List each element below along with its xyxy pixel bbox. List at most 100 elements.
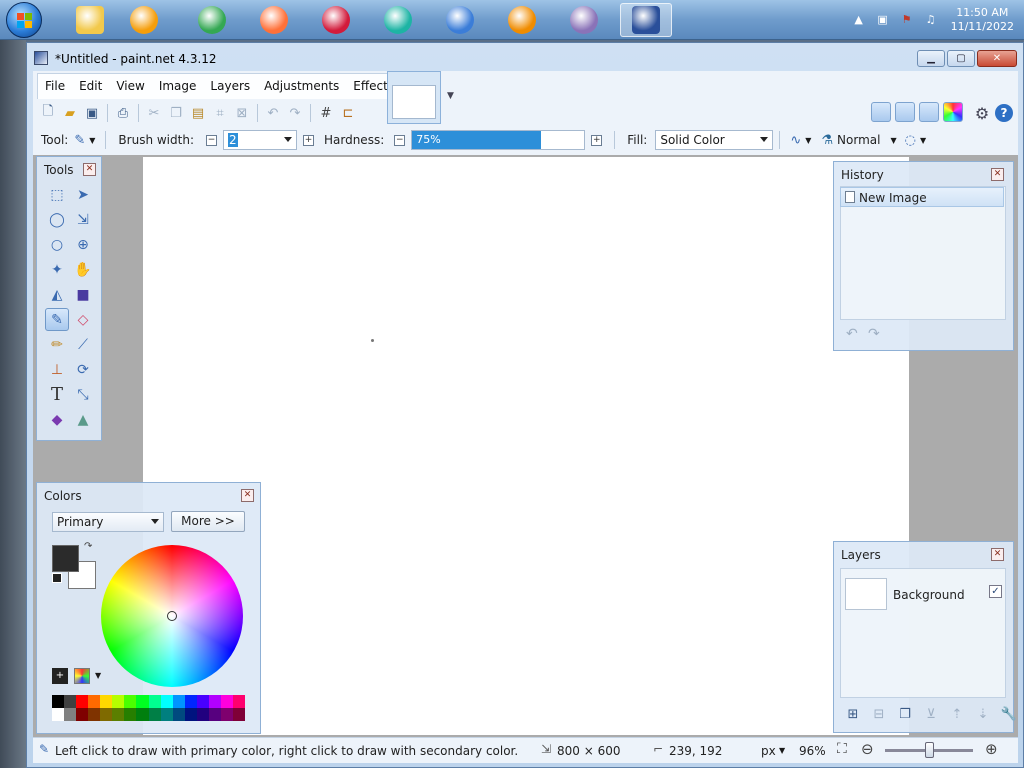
lasso-select-tool-icon[interactable]: ◯ <box>45 208 69 231</box>
palette-swatch[interactable] <box>76 708 89 721</box>
palette-swatch[interactable] <box>148 695 161 708</box>
menu-file[interactable]: File <box>38 74 72 99</box>
save-file-icon[interactable]: ▣ <box>81 103 103 123</box>
maximize-button[interactable]: ▢ <box>947 50 975 67</box>
colors-panel-close-button[interactable]: ✕ <box>241 489 254 502</box>
shapes-extra-icon[interactable]: ▲ <box>71 408 95 431</box>
minimize-button[interactable]: ▁ <box>917 50 945 67</box>
taskbar-thunderbird[interactable] <box>434 3 486 37</box>
menu-layers[interactable]: Layers <box>203 74 257 99</box>
palette-swatch[interactable] <box>52 708 65 721</box>
menu-edit[interactable]: Edit <box>72 74 109 99</box>
palette-swatch[interactable] <box>220 695 233 708</box>
help-icon[interactable]: ? <box>995 104 1013 122</box>
palette-swatch[interactable] <box>100 708 113 721</box>
palette-menu-icon[interactable] <box>74 668 90 684</box>
selection-mode-dropdown-icon[interactable]: ▼ <box>920 136 926 145</box>
cut-icon[interactable]: ✂ <box>143 103 165 123</box>
brush-width-decrease-button[interactable]: − <box>205 134 217 146</box>
palette-swatch[interactable] <box>52 695 65 708</box>
line-curve-tool-icon[interactable]: ⤡ <box>71 383 95 406</box>
zoom-in-icon[interactable]: ⊕ <box>985 740 998 758</box>
tool-dropdown-icon[interactable]: ▼ <box>89 136 95 145</box>
history-panel-close-button[interactable]: ✕ <box>991 168 1004 181</box>
menu-view[interactable]: View <box>109 74 151 99</box>
paste-icon[interactable]: ▤ <box>187 103 209 123</box>
palette-swatch[interactable] <box>148 708 161 721</box>
history-item[interactable]: New Image <box>840 187 1004 207</box>
zoom-value[interactable]: 96% <box>799 744 826 758</box>
redo-icon[interactable]: ↷ <box>284 103 306 123</box>
color-mode-dropdown-icon[interactable] <box>151 519 159 524</box>
tools-window-toggle-icon[interactable] <box>871 102 891 122</box>
primary-color-swatch[interactable] <box>52 545 79 572</box>
blend-mode-icon[interactable]: ⚗ <box>821 133 833 148</box>
layer-visibility-checkbox[interactable]: ✓ <box>989 585 1002 598</box>
brush-width-combo[interactable]: 2 <box>222 130 297 150</box>
color-picker-tool-icon[interactable]: ⟋ <box>71 333 95 356</box>
taskbar-paint-net[interactable] <box>620 3 672 37</box>
duplicate-layer-icon[interactable]: ❐ <box>894 704 916 724</box>
blend-mode-value[interactable]: Normal <box>837 133 880 147</box>
brush-width-dropdown-icon[interactable] <box>283 137 292 142</box>
paintbrush-tool-icon[interactable]: ✎ <box>74 133 85 148</box>
palette-menu-dropdown-icon[interactable]: ▼ <box>95 671 101 680</box>
tools-panel-close-button[interactable]: ✕ <box>83 163 96 176</box>
palette-swatch[interactable] <box>160 695 173 708</box>
gradient-tool-icon[interactable]: ■ <box>71 283 95 306</box>
zoom-slider-thumb[interactable] <box>925 742 934 758</box>
blend-mode-dropdown-icon[interactable]: ▼ <box>890 136 896 145</box>
paint-bucket-tool-icon[interactable]: ◭ <box>45 283 69 306</box>
palette-swatch[interactable] <box>88 695 101 708</box>
ruler-icon[interactable]: ⊏ <box>337 103 359 123</box>
add-to-palette-icon[interactable]: + <box>52 668 68 684</box>
palette-swatch[interactable] <box>172 708 185 721</box>
rectangle-select-tool-icon[interactable]: ⬚ <box>45 183 69 206</box>
close-button[interactable]: ✕ <box>977 50 1017 67</box>
palette-swatch[interactable] <box>136 695 149 708</box>
palette-swatch[interactable] <box>196 695 209 708</box>
hardness-increase-button[interactable]: + <box>591 134 603 146</box>
taskbar-pidgin[interactable] <box>558 3 610 37</box>
new-file-icon[interactable]: 🗋 <box>37 103 59 123</box>
taskbar-file-explorer[interactable] <box>64 3 116 37</box>
layer-properties-icon[interactable]: 🔧 <box>998 704 1020 724</box>
magic-wand-tool-icon[interactable]: ✦ <box>45 258 69 281</box>
hardness-decrease-button[interactable]: − <box>394 134 406 146</box>
palette-swatch[interactable] <box>64 708 77 721</box>
color-wheel-cursor[interactable] <box>167 611 177 621</box>
taskbar-firefox[interactable] <box>248 3 300 37</box>
undo-icon[interactable]: ↶ <box>262 103 284 123</box>
taskbar-vlc[interactable] <box>496 3 548 37</box>
eraser-tool-icon[interactable]: ◇ <box>71 308 95 331</box>
color-mode-combo[interactable]: Primary <box>52 512 164 532</box>
palette-swatch[interactable] <box>136 708 149 721</box>
volume-icon[interactable]: ♫ <box>924 13 938 27</box>
selection-mode-icon[interactable]: ◌ <box>905 133 916 148</box>
move-layer-up-icon[interactable]: ⇡ <box>946 704 968 724</box>
zoom-tool-icon[interactable]: ⊕ <box>71 233 95 256</box>
move-selection-tool-icon[interactable]: ⇲ <box>71 208 95 231</box>
add-layer-icon[interactable]: ⊞ <box>842 704 864 724</box>
hardness-slider[interactable]: 75% <box>411 130 586 150</box>
taskbar-edge[interactable] <box>372 3 424 37</box>
palette-swatch[interactable] <box>124 708 137 721</box>
history-redo-icon[interactable]: ↷ <box>868 326 880 342</box>
move-layer-down-icon[interactable]: ⇣ <box>972 704 994 724</box>
taskbar-opera[interactable] <box>310 3 362 37</box>
merge-layer-icon[interactable]: ⊻ <box>920 704 942 724</box>
ellipse-select-tool-icon[interactable]: ○ <box>45 233 69 256</box>
paintbrush-tool-icon[interactable]: ✎ <box>45 308 69 331</box>
palette-swatch[interactable] <box>208 708 221 721</box>
open-file-icon[interactable]: ▰ <box>59 103 81 123</box>
palette-swatch[interactable] <box>112 695 125 708</box>
show-hidden-icons-icon[interactable]: ▲ <box>852 13 866 27</box>
layer-row[interactable]: Background ✓ <box>841 574 1005 618</box>
palette-swatch[interactable] <box>160 708 173 721</box>
layers-panel-close-button[interactable]: ✕ <box>991 548 1004 561</box>
palette-swatch[interactable] <box>184 708 197 721</box>
palette-swatch[interactable] <box>232 708 245 721</box>
antialiasing-dropdown-icon[interactable]: ▼ <box>805 136 811 145</box>
grid-icon[interactable]: # <box>315 103 337 123</box>
units-dropdown-icon[interactable]: ▼ <box>779 746 785 755</box>
